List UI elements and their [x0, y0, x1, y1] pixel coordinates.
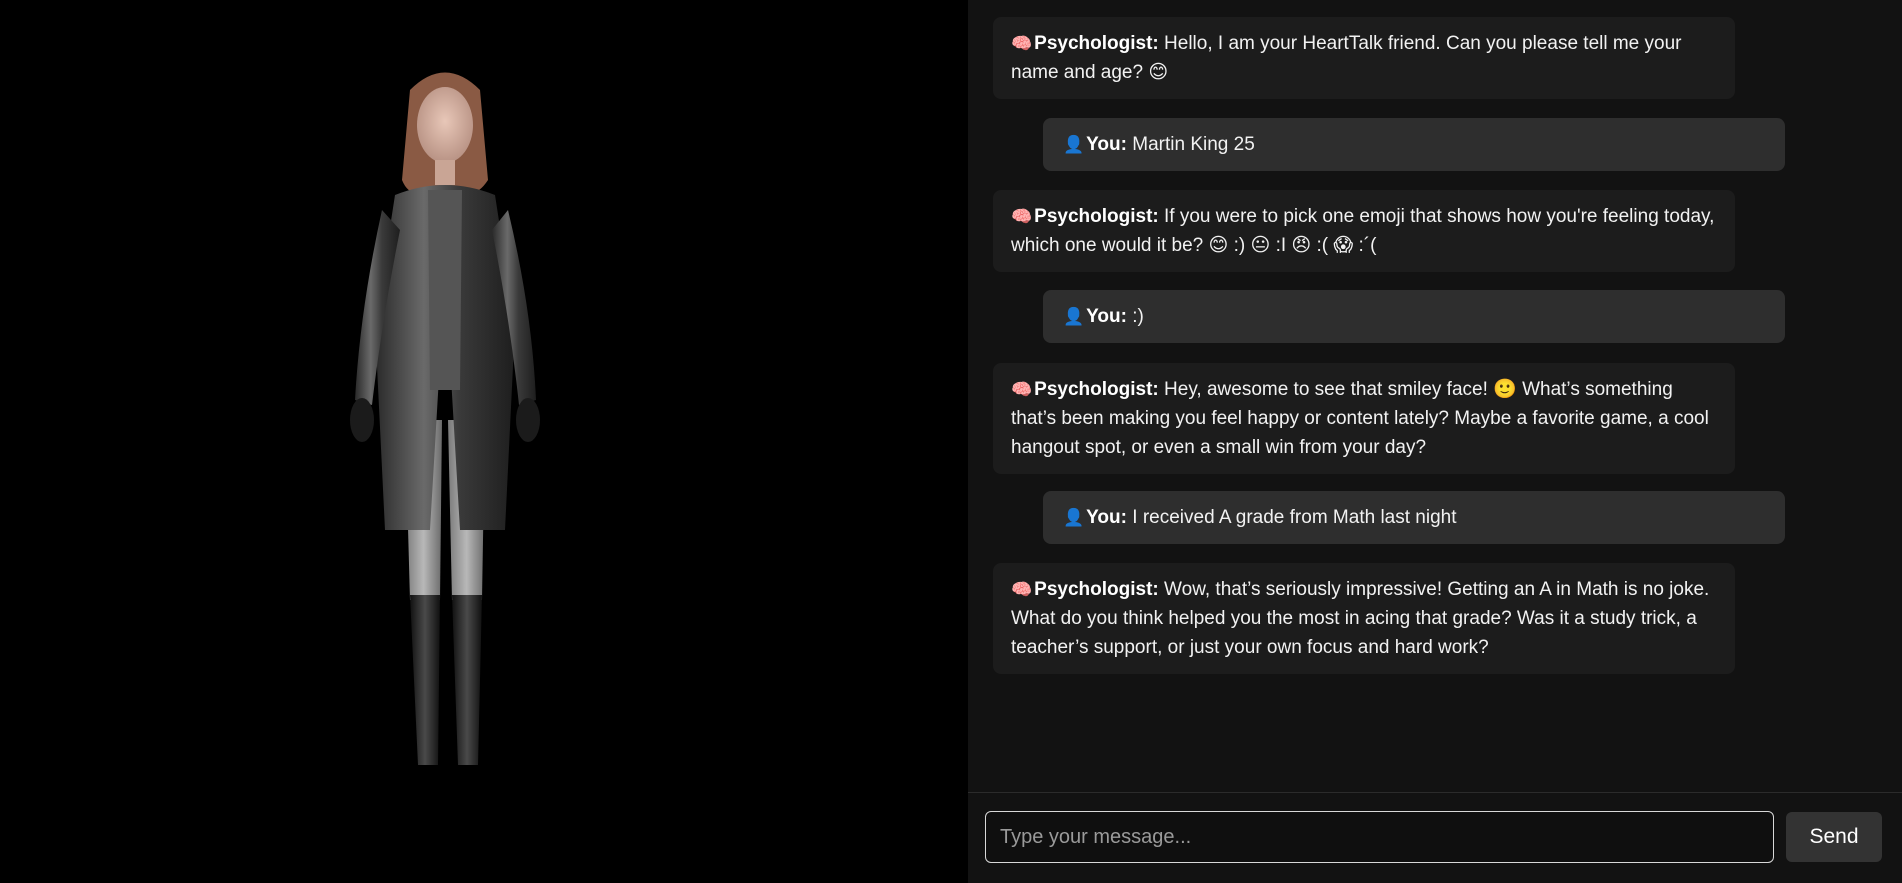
- message-speaker: You:: [1086, 306, 1127, 327]
- brain-icon: 🧠: [1011, 580, 1033, 599]
- message-speaker: Psychologist:: [1034, 379, 1159, 400]
- message-user: 👤 You: :): [1043, 290, 1785, 343]
- message-list[interactable]: 🧠 Psychologist: Hello, I am your HeartTal…: [968, 0, 1902, 792]
- message-bot: 🧠 Psychologist: If you were to pick one e…: [993, 190, 1735, 272]
- message-speaker: Psychologist:: [1034, 206, 1159, 227]
- message-user: 👤 You: I received A grade from Math last …: [1043, 491, 1785, 544]
- message-bot: 🧠 Psychologist: Hello, I am your HeartTal…: [993, 17, 1735, 99]
- user-icon: 👤: [1063, 307, 1085, 326]
- user-icon: 👤: [1063, 508, 1085, 527]
- message-text: :): [1132, 306, 1144, 327]
- message-speaker: You:: [1086, 134, 1127, 155]
- app-root: 🧠 Psychologist: Hello, I am your HeartTal…: [0, 0, 1902, 883]
- message-text: I received A grade from Math last night: [1132, 507, 1457, 528]
- brain-icon: 🧠: [1011, 207, 1033, 226]
- message-speaker: You:: [1086, 507, 1127, 528]
- user-icon: 👤: [1063, 135, 1085, 154]
- message-bot: 🧠 Psychologist: Wow, that’s seriously imp…: [993, 563, 1735, 674]
- message-speaker: Psychologist:: [1034, 579, 1159, 600]
- brain-icon: 🧠: [1011, 34, 1033, 53]
- chat-panel: 🧠 Psychologist: Hello, I am your HeartTal…: [968, 0, 1902, 883]
- send-button[interactable]: Send: [1786, 812, 1882, 862]
- message-composer: Send: [968, 792, 1902, 883]
- avatar-viewport[interactable]: [0, 0, 968, 883]
- message-input[interactable]: [985, 811, 1774, 863]
- message-user: 👤 You: Martin King 25: [1043, 118, 1785, 171]
- message-bot: 🧠 Psychologist: Hey, awesome to see that …: [993, 363, 1735, 474]
- brain-icon: 🧠: [1011, 380, 1033, 399]
- message-speaker: Psychologist:: [1034, 33, 1159, 54]
- avatar-3d-model: [350, 72, 540, 765]
- message-text: Martin King 25: [1132, 134, 1255, 155]
